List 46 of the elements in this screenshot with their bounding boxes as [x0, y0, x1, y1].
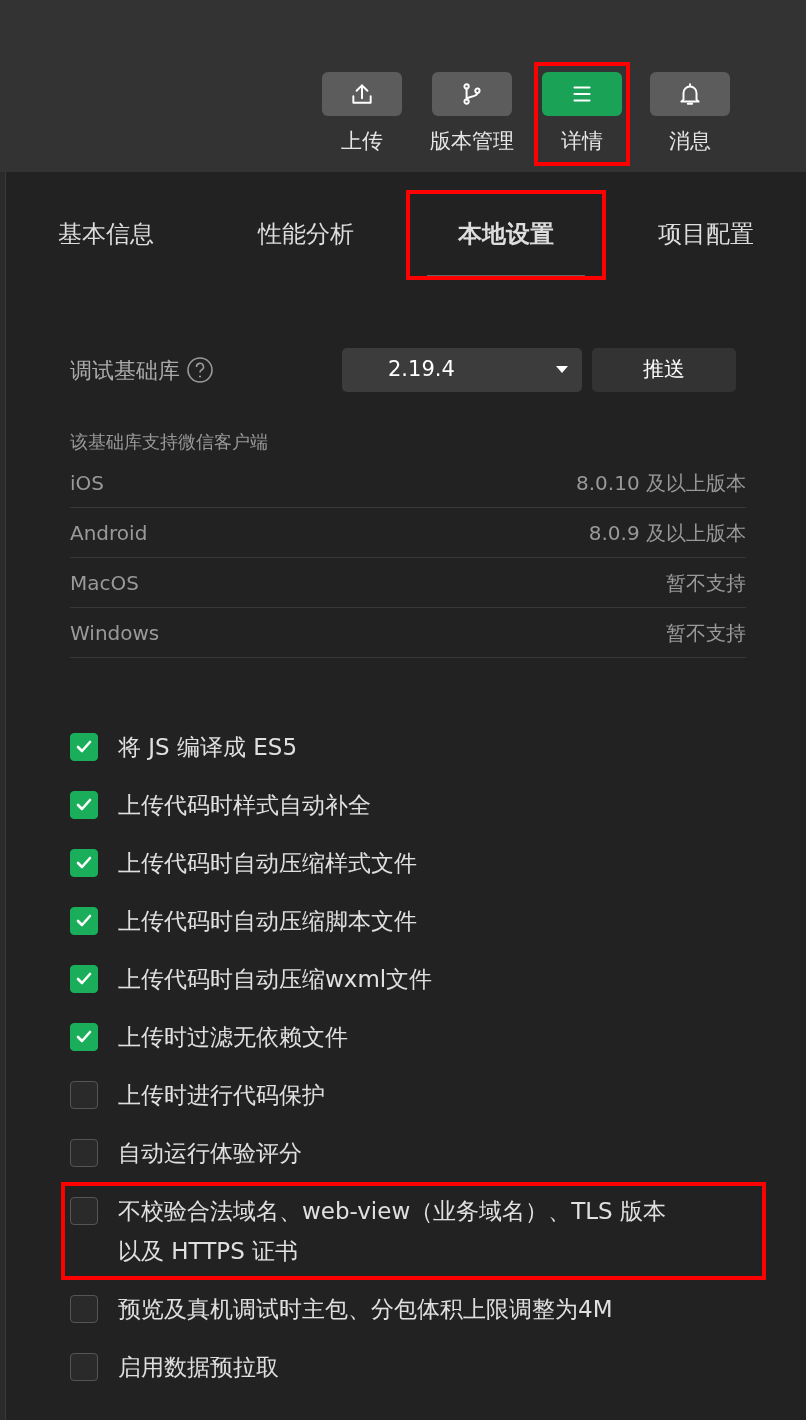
push-button[interactable]: 推送: [592, 348, 736, 392]
checkbox[interactable]: [70, 907, 98, 935]
checkbox[interactable]: [70, 1353, 98, 1381]
checkbox[interactable]: [70, 791, 98, 819]
toolbar-button[interactable]: 详情: [534, 62, 630, 166]
platform-name: Windows: [70, 619, 160, 647]
option-label: 上传代码时自动压缩脚本文件: [118, 907, 417, 936]
version-requirement: 暂不支持: [666, 619, 746, 647]
tab[interactable]: 基本信息: [6, 190, 206, 280]
checkbox[interactable]: [70, 1081, 98, 1109]
option-label: 启用数据预拉取: [118, 1353, 279, 1382]
support-heading: 该基础库支持微信客户端: [70, 430, 269, 454]
toolbar-button[interactable]: 消息: [642, 62, 738, 166]
platform-name: Android: [70, 519, 148, 547]
tab[interactable]: 项目配置: [606, 190, 806, 280]
field-label: 调试基础库: [70, 356, 180, 385]
checkbox[interactable]: [70, 733, 98, 761]
checkbox[interactable]: [70, 1139, 98, 1167]
version-requirement: 8.0.9 及以上版本: [588, 519, 746, 547]
tab[interactable]: 性能分析: [206, 190, 406, 280]
checkbox[interactable]: [70, 965, 98, 993]
caret-icon: [556, 366, 568, 374]
option-label: 不校验合法域名、web-view（业务域名）、TLS 版本以及 HTTPS 证书: [118, 1197, 667, 1266]
platform-name: iOS: [70, 469, 104, 497]
option-label: 将 JS 编译成 ES5: [118, 733, 298, 762]
help-icon[interactable]: [186, 356, 214, 384]
toolbar-button[interactable]: 上传: [314, 62, 410, 166]
bell-icon: [677, 81, 703, 107]
option-label: 预览及真机调试时主包、分包体积上限调整为4M: [118, 1295, 613, 1324]
checkbox[interactable]: [70, 1023, 98, 1051]
option-label: 上传时过滤无依赖文件: [118, 1023, 348, 1052]
toolbar-button[interactable]: 版本管理: [422, 62, 522, 166]
upload-icon: [349, 81, 375, 107]
version-dropdown[interactable]: 2.19.4: [342, 348, 582, 392]
option-label: 上传代码时自动压缩样式文件: [118, 849, 417, 878]
option-label: 上传代码时样式自动补全: [118, 791, 371, 820]
option-label: 上传代码时自动压缩wxml文件: [118, 965, 433, 994]
option-label: 上传时进行代码保护: [118, 1081, 325, 1110]
platform-name: MacOS: [70, 569, 139, 597]
checkbox[interactable]: [70, 1197, 98, 1225]
checkbox[interactable]: [70, 1295, 98, 1323]
option-label: 自动运行体验评分: [118, 1139, 302, 1168]
version-requirement: 暂不支持: [666, 569, 746, 597]
checkbox[interactable]: [70, 849, 98, 877]
version-requirement: 8.0.10 及以上版本: [576, 469, 746, 497]
tab[interactable]: 本地设置: [406, 190, 606, 280]
